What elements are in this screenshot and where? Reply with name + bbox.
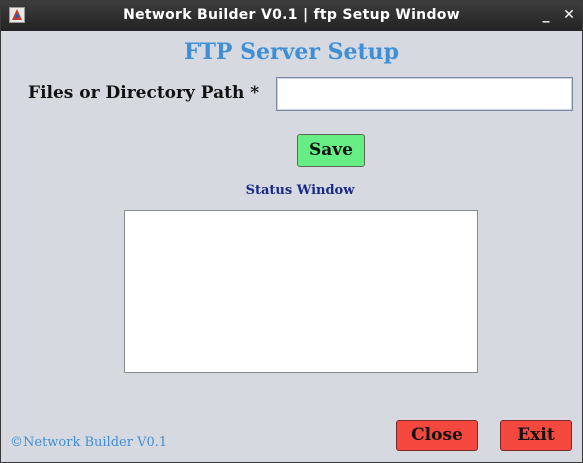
ftp-setup-window: Network Builder V0.1 | ftp Setup Window … [0,0,583,463]
status-window[interactable] [124,210,478,373]
window-title: Network Builder V0.1 | ftp Setup Window [123,7,460,23]
close-icon[interactable]: ✕ [560,6,578,24]
path-input[interactable] [276,77,573,111]
page-title: FTP Server Setup [183,39,400,65]
status-window-label: Status Window [245,183,355,198]
close-button[interactable]: Close [396,420,478,451]
copyright-text: ©Network Builder V0.1 [10,435,168,450]
title-bar[interactable]: Network Builder V0.1 | ftp Setup Window … [1,1,582,31]
minimize-icon[interactable]: _ [537,6,555,24]
exit-button[interactable]: Exit [500,420,572,451]
path-label: Files or Directory Path * [28,83,260,103]
save-button[interactable]: Save [297,134,365,167]
